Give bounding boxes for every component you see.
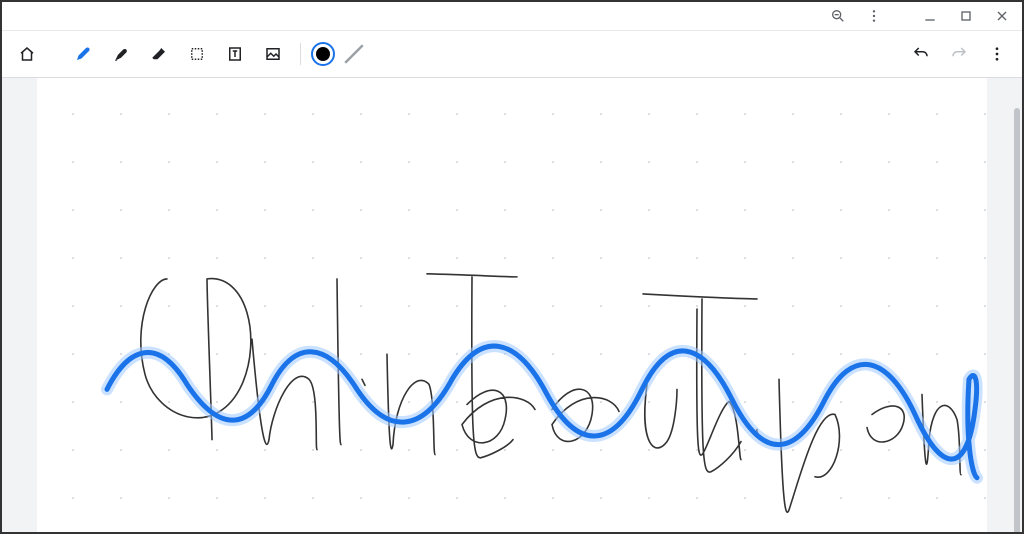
zoom-out-button[interactable] (824, 4, 852, 28)
close-button[interactable] (988, 4, 1016, 28)
drawing-layer (37, 78, 987, 532)
color-picker-button[interactable] (311, 42, 335, 66)
undo-button[interactable] (904, 37, 938, 71)
vertical-scrollbar[interactable] (1014, 108, 1020, 532)
select-tool-button[interactable] (180, 37, 214, 71)
maximize-button[interactable] (952, 4, 980, 28)
canvas-area (2, 78, 1022, 532)
highlighter-glow (107, 346, 977, 478)
color-swatch-icon (316, 47, 330, 61)
image-tool-button[interactable] (256, 37, 290, 71)
marker-tool-button[interactable] (104, 37, 138, 71)
window-titlebar (2, 2, 1022, 30)
toolbar-right (904, 37, 1014, 71)
toolbar-left (10, 37, 369, 71)
canvas-paper[interactable] (37, 78, 987, 532)
toolbar-divider (300, 43, 301, 65)
minimize-button[interactable] (916, 4, 944, 28)
window-menu-button[interactable] (860, 4, 888, 28)
more-button[interactable] (980, 37, 1014, 71)
pen-tool-button[interactable] (66, 37, 100, 71)
eraser-tool-button[interactable] (142, 37, 176, 71)
text-tool-button[interactable] (218, 37, 252, 71)
app-frame (0, 0, 1024, 534)
home-button[interactable] (10, 37, 44, 71)
toolbar (2, 30, 1022, 78)
redo-button[interactable] (942, 37, 976, 71)
stroke-width-button[interactable] (339, 39, 369, 69)
